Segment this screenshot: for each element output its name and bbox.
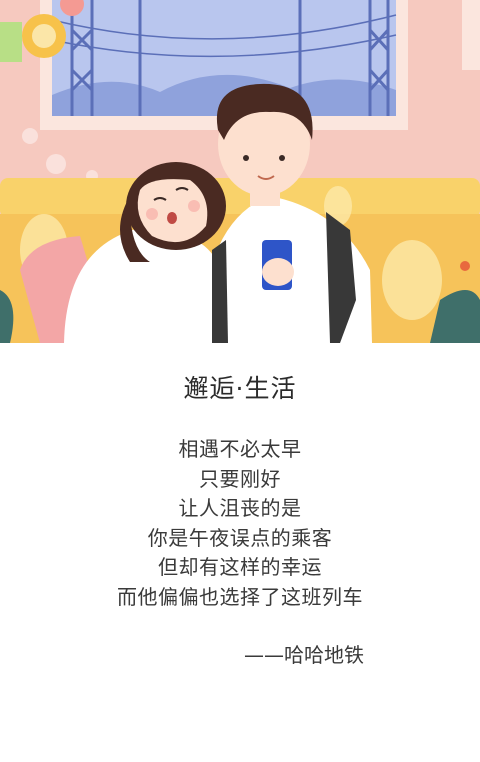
article-signature: ——哈哈地铁	[244, 643, 364, 667]
poem-body: 相遇不必太早 只要刚好 让人沮丧的是 你是午夜误点的乘客 但却有这样的幸运 而他…	[0, 435, 480, 612]
poem-line: 让人沮丧的是	[178, 496, 302, 520]
hero-illustration	[0, 0, 480, 343]
poem-line: 只要刚好	[199, 466, 281, 491]
poem-line: 而他偏偏也选择了这班列车	[117, 584, 363, 609]
article-section: 邂逅·生活 相遇不必太早 只要刚好 让人沮丧的是 你是午夜误点的乘客 但却有这样…	[0, 343, 480, 762]
poem-line: 你是午夜误点的乘客	[147, 525, 333, 550]
article-title: 邂逅·生活	[183, 374, 297, 403]
couple-illustration	[0, 0, 480, 343]
poem-line: 但却有这样的幸运	[158, 555, 322, 579]
poem-line: 相遇不必太早	[178, 437, 302, 461]
